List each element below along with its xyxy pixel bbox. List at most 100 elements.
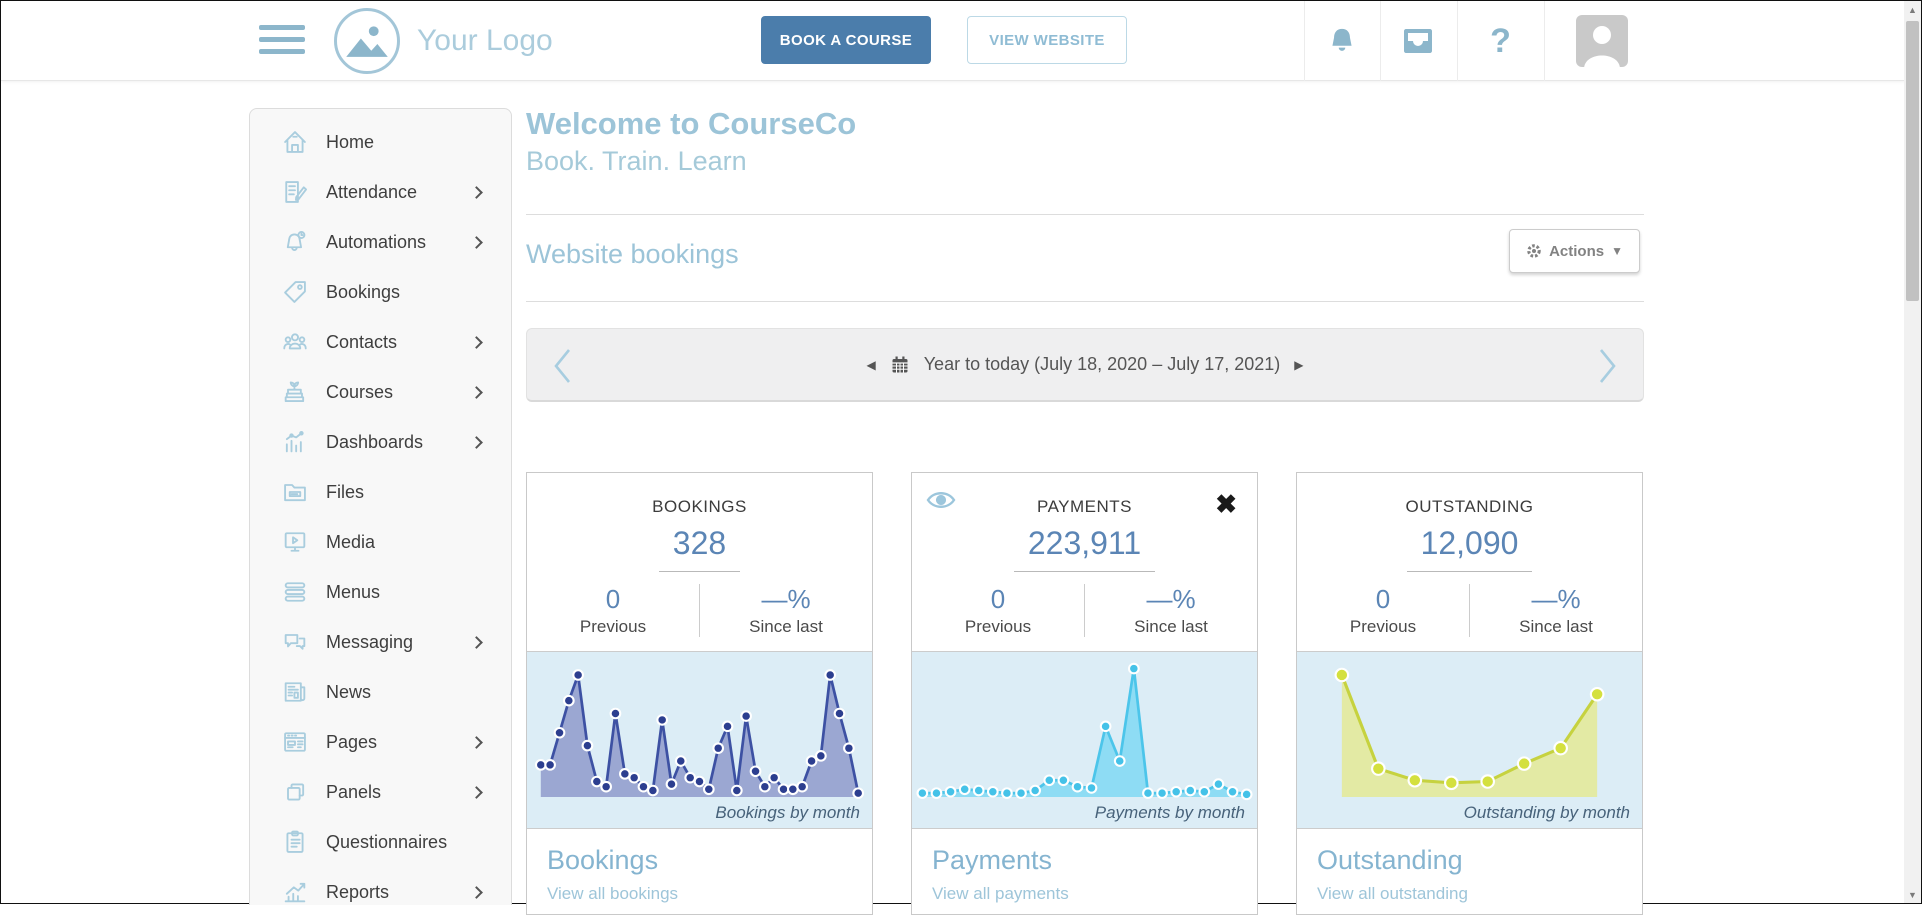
payments-chart: Payments by month: [912, 651, 1257, 829]
chevron-right-icon: [470, 736, 483, 749]
sidebar-item-courses[interactable]: Courses: [250, 367, 511, 417]
sidebar-item-contacts[interactable]: Contacts: [250, 317, 511, 367]
previous-stat: 0 Previous: [527, 584, 699, 637]
logo[interactable]: [334, 8, 400, 74]
logo-text: Your Logo: [417, 1, 553, 81]
calendar-icon: [890, 355, 910, 375]
sidebar-item-bookings[interactable]: Bookings: [250, 267, 511, 317]
sidebar-item-files[interactable]: Files: [250, 467, 511, 517]
next-period-chevron[interactable]: [1593, 346, 1621, 386]
change-value: —%: [700, 584, 872, 615]
outstanding-link[interactable]: Outstanding: [1317, 845, 1622, 876]
sidebar-item-label: Files: [326, 482, 364, 503]
date-forward-arrow[interactable]: ▶: [1294, 358, 1303, 372]
dashboards-icon: [280, 427, 310, 457]
sidebar-item-label: Dashboards: [326, 432, 423, 453]
user-avatar[interactable]: [1576, 15, 1628, 67]
media-icon: [280, 527, 310, 557]
sidebar-item-label: Reports: [326, 882, 389, 903]
view-all-payments-link[interactable]: View all payments: [932, 884, 1237, 904]
sidebar-item-panels[interactable]: Panels: [250, 767, 511, 817]
sidebar-item-news[interactable]: News: [250, 667, 511, 717]
sidebar-item-label: Pages: [326, 732, 377, 753]
courses-icon: [280, 377, 310, 407]
divider: [1544, 1, 1545, 81]
previous-period-chevron[interactable]: [549, 346, 577, 386]
automations-icon: [280, 227, 310, 257]
vertical-scrollbar[interactable]: ▲ ▼: [1904, 1, 1921, 903]
sidebar-item-label: Media: [326, 532, 375, 553]
bell-icon: [1327, 25, 1357, 57]
book-a-course-button[interactable]: BOOK A COURSE: [761, 16, 931, 64]
section-title: Website bookings: [526, 229, 1644, 270]
view-all-bookings-link[interactable]: View all bookings: [547, 884, 852, 904]
previous-value: 0: [912, 584, 1084, 615]
actions-button-label: Actions: [1549, 243, 1604, 260]
outstanding-total-value[interactable]: 12,090: [1407, 525, 1533, 572]
previous-stat: 0 Previous: [912, 584, 1084, 637]
bookings-area-chart: [527, 652, 872, 828]
payments-card: ✖ PAYMENTS 223,911 0 Previous —% Since l…: [911, 472, 1258, 915]
actions-button[interactable]: Actions ▼: [1509, 229, 1640, 273]
bookings-link[interactable]: Bookings: [547, 845, 852, 876]
sidebar-item-home[interactable]: Home: [250, 117, 511, 167]
sidebar-item-menus[interactable]: Menus: [250, 567, 511, 617]
date-back-arrow[interactable]: ◀: [866, 358, 875, 372]
divider: [526, 301, 1644, 302]
card-title: OUTSTANDING: [1297, 497, 1642, 517]
chevron-right-icon: [470, 436, 483, 449]
contacts-icon: [280, 327, 310, 357]
scroll-down-arrow[interactable]: ▼: [1904, 886, 1921, 903]
sidebar-item-media[interactable]: Media: [250, 517, 511, 567]
previous-label: Previous: [527, 617, 699, 637]
outstanding-chart: Outstanding by month: [1297, 651, 1642, 829]
outstanding-card: OUTSTANDING 12,090 0 Previous —% Since l…: [1296, 472, 1643, 915]
scrollbar-thumb[interactable]: [1906, 21, 1919, 301]
eye-icon[interactable]: [926, 489, 956, 511]
bookings-chart: Bookings by month: [527, 651, 872, 829]
sidebar-item-label: Automations: [326, 232, 426, 253]
change-label: Since last: [1085, 617, 1257, 637]
scroll-up-arrow[interactable]: ▲: [1904, 1, 1921, 18]
page-subtitle: Book. Train. Learn: [526, 146, 1644, 177]
inbox-button[interactable]: [1380, 1, 1456, 81]
sidebar-item-pages[interactable]: Pages: [250, 717, 511, 767]
since-last-stat: —% Since last: [699, 584, 872, 637]
date-range-label[interactable]: Year to today (July 18, 2020 – July 17, …: [924, 354, 1281, 375]
chevron-right-icon: [470, 636, 483, 649]
sidebar-item-messaging[interactable]: Messaging: [250, 617, 511, 667]
sidebar-item-attendance[interactable]: Attendance: [250, 167, 511, 217]
previous-label: Previous: [912, 617, 1084, 637]
sidebar-item-label: Contacts: [326, 332, 397, 353]
notifications-button[interactable]: [1304, 1, 1380, 81]
help-button[interactable]: ?: [1457, 1, 1544, 81]
since-last-stat: —% Since last: [1084, 584, 1257, 637]
chevron-right-icon: [470, 186, 483, 199]
view-all-outstanding-link[interactable]: View all outstanding: [1317, 884, 1622, 904]
close-icon[interactable]: ✖: [1215, 491, 1237, 517]
view-website-button[interactable]: VIEW WEBSITE: [967, 16, 1127, 64]
chart-caption: Payments by month: [1095, 803, 1245, 823]
change-label: Since last: [700, 617, 872, 637]
attendance-icon: [280, 177, 310, 207]
payments-area-chart: [912, 652, 1257, 828]
since-last-stat: —% Since last: [1469, 584, 1642, 637]
bookings-total-value[interactable]: 328: [659, 525, 740, 572]
sidebar-item-reports[interactable]: Reports: [250, 867, 511, 917]
sidebar-item-label: News: [326, 682, 371, 703]
previous-value: 0: [527, 584, 699, 615]
news-icon: [280, 677, 310, 707]
chevron-right-icon: [470, 386, 483, 399]
outstanding-area-chart: [1297, 652, 1642, 828]
divider: [526, 214, 1644, 215]
previous-value: 0: [1297, 584, 1469, 615]
payments-link[interactable]: Payments: [932, 845, 1237, 876]
date-range-selector: ◀ Year to today (July 18, 2020 – July 17…: [526, 328, 1644, 402]
sidebar-item-questionnaires[interactable]: Questionnaires: [250, 817, 511, 867]
sidebar-item-automations[interactable]: Automations: [250, 217, 511, 267]
hamburger-menu-icon[interactable]: [259, 25, 305, 58]
questionnaires-icon: [280, 827, 310, 857]
sidebar-item-dashboards[interactable]: Dashboards: [250, 417, 511, 467]
payments-total-value[interactable]: 223,911: [1014, 525, 1155, 572]
chevron-right-icon: [470, 336, 483, 349]
